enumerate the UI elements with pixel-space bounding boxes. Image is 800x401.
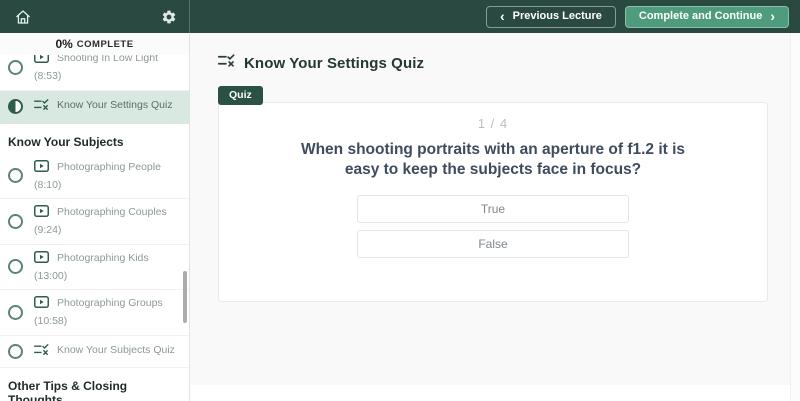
complete-and-continue-button[interactable]: Complete and Continue › bbox=[625, 6, 789, 28]
progress-circle-icon bbox=[8, 60, 23, 75]
sidebar-item-label: Photographing Couples (9:24) bbox=[34, 206, 167, 236]
progress-circle-icon bbox=[8, 168, 23, 183]
topbar: ‹ Previous Lecture Complete and Continue… bbox=[0, 0, 800, 33]
quiz-badge: Quiz bbox=[218, 86, 263, 105]
course-progress: 0% COMPLETE bbox=[0, 33, 189, 55]
sidebar-item-photographing-people[interactable]: Photographing People (8:10) bbox=[0, 154, 189, 200]
topbar-sidebar-section bbox=[0, 0, 190, 33]
sidebar-item-label: Shooting In Low Light (8:53) bbox=[34, 55, 158, 82]
chevron-left-icon: ‹ bbox=[500, 9, 505, 23]
lecture-header: Know Your Settings Quiz bbox=[218, 54, 800, 72]
quiz-card: 1 / 4 When shooting portraits with an ap… bbox=[218, 102, 768, 302]
video-icon bbox=[34, 205, 49, 222]
question-text: When shooting portraits with an aperture… bbox=[288, 140, 698, 181]
home-icon[interactable] bbox=[15, 9, 31, 25]
section-title-know-your-subjects: Know Your Subjects bbox=[0, 124, 189, 154]
complete-and-continue-label: Complete and Continue bbox=[639, 11, 762, 22]
previous-lecture-label: Previous Lecture bbox=[513, 11, 602, 22]
sidebar-item-label: Photographing Kids (13:00) bbox=[34, 252, 149, 282]
progress-caption: COMPLETE bbox=[77, 39, 134, 50]
chevron-right-icon: › bbox=[770, 9, 775, 23]
progress-percentage: 0% bbox=[55, 37, 72, 51]
sidebar-item-know-your-subjects-quiz[interactable]: Know Your Subjects Quiz bbox=[0, 336, 189, 368]
sidebar-item-label: Photographing People (8:10) bbox=[34, 161, 161, 191]
quiz-icon bbox=[34, 344, 49, 360]
lecture-list: Shooting In Low Light (8:53) Know Your S… bbox=[0, 55, 189, 401]
answer-true-button[interactable]: True bbox=[357, 195, 629, 223]
quiz-icon bbox=[34, 99, 49, 115]
progress-circle-icon bbox=[8, 259, 23, 274]
section-title-other-tips: Other Tips & Closing Thoughts bbox=[0, 368, 189, 401]
question-progress: 1 / 4 bbox=[219, 116, 767, 131]
video-icon bbox=[34, 160, 49, 177]
lecture-content: Know Your Settings Quiz Quiz 1 / 4 When … bbox=[190, 33, 800, 401]
sidebar-item-photographing-groups[interactable]: Photographing Groups (10:58) bbox=[0, 290, 189, 336]
progress-circle-icon bbox=[8, 305, 23, 320]
sidebar-item-know-your-settings-quiz[interactable]: Know Your Settings Quiz bbox=[0, 91, 189, 124]
sidebar-item-label: Know Your Settings Quiz bbox=[57, 99, 173, 111]
page-title: Know Your Settings Quiz bbox=[244, 55, 424, 72]
sidebar-item-label: Know Your Subjects Quiz bbox=[57, 344, 175, 356]
half-progress-circle-icon bbox=[8, 99, 23, 114]
curriculum-sidebar: 0% COMPLETE Shooting In Low Light (8:53)… bbox=[0, 33, 190, 401]
previous-lecture-button[interactable]: ‹ Previous Lecture bbox=[486, 6, 616, 28]
sidebar-item-shooting-low-light[interactable]: Shooting In Low Light (8:53) bbox=[0, 55, 189, 91]
video-icon bbox=[34, 251, 49, 268]
answer-options: True False bbox=[219, 195, 767, 258]
quiz-icon bbox=[218, 54, 235, 72]
sidebar-scrollbar-thumb[interactable] bbox=[183, 271, 187, 323]
topbar-actions: ‹ Previous Lecture Complete and Continue… bbox=[190, 0, 800, 33]
video-icon bbox=[34, 296, 49, 313]
gear-icon[interactable] bbox=[161, 9, 177, 25]
answer-false-button[interactable]: False bbox=[357, 230, 629, 258]
progress-circle-icon bbox=[8, 344, 23, 359]
sidebar-item-photographing-couples[interactable]: Photographing Couples (9:24) bbox=[0, 199, 189, 245]
sidebar-item-label: Photographing Groups (10:58) bbox=[34, 297, 163, 327]
content-bottom-strip bbox=[190, 385, 800, 401]
sidebar-item-photographing-kids[interactable]: Photographing Kids (13:00) bbox=[0, 245, 189, 291]
main-scrollbar[interactable] bbox=[790, 33, 800, 401]
video-icon bbox=[34, 55, 49, 68]
progress-circle-icon bbox=[8, 214, 23, 229]
